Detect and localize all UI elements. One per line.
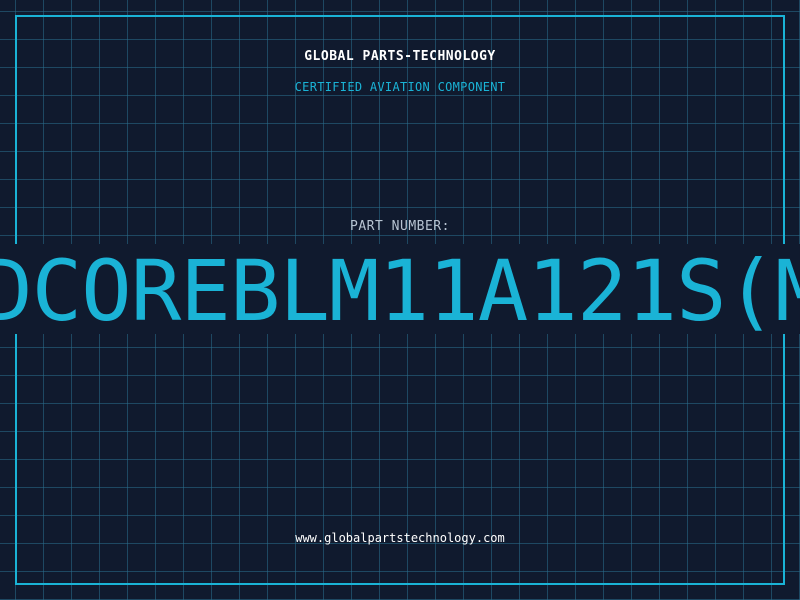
part-number-band: DCOREBLM11A121S(MUR (0, 244, 800, 334)
website-url: www.globalpartstechnology.com (295, 531, 505, 545)
part-number-label: PART NUMBER: (350, 219, 450, 234)
certification-subtitle: CERTIFIED AVIATION COMPONENT (294, 80, 506, 94)
company-name: GLOBAL PARTS-TECHNOLOGY (304, 49, 496, 64)
label-card: GLOBAL PARTS-TECHNOLOGY CERTIFIED AVIATI… (0, 0, 800, 600)
part-number-value: DCOREBLM11A121S(MUR (0, 244, 800, 334)
